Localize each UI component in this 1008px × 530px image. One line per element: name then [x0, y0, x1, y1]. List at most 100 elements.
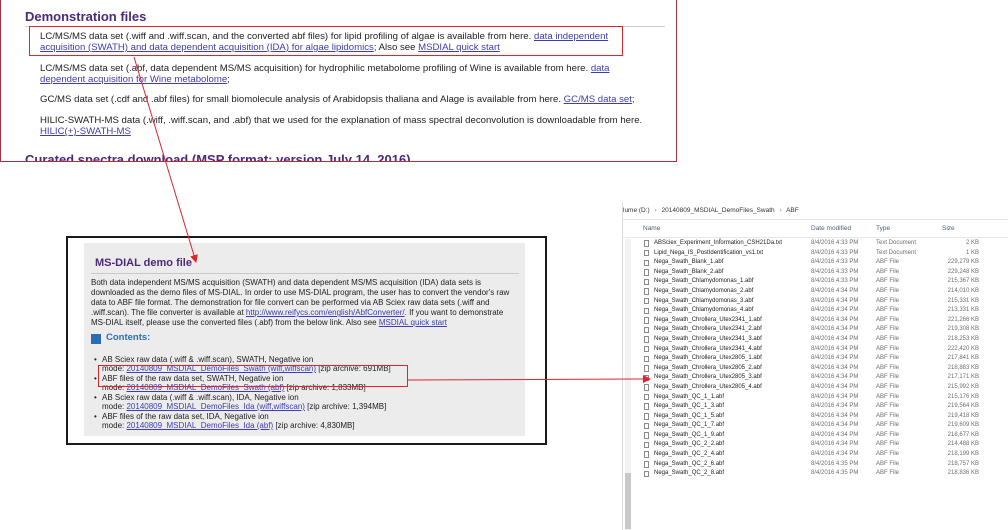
file-type: ABF File — [876, 326, 900, 333]
breadcrumb-volume[interactable]: lume (D:) — [623, 207, 650, 214]
highlight-box-swath-abf — [98, 365, 408, 387]
ida-wiff-download-link[interactable]: 20140809_MSDIAL_DemoFiles_Ida (wiff,wiff… — [126, 402, 304, 411]
demonstration-files-panel: Demonstration files LC/MS/MS data set (.… — [0, 0, 677, 162]
file-list: ABSciex_Experiment_Information_CSH21Da.t… — [623, 239, 1008, 479]
file-date: 8/4/2016 4:34 PM — [811, 355, 859, 362]
file-icon — [644, 403, 649, 410]
archive-size: [zip archive: 1,394MB] — [304, 402, 387, 411]
file-type: ABF File — [876, 374, 900, 381]
file-name: Lipid_Nega_IS_PostIdentification_vs1.txt — [654, 249, 764, 256]
file-date: 8/4/2016 4:34 PM — [811, 451, 859, 458]
file-size: 215,176 KB — [947, 393, 979, 400]
file-row[interactable]: Nega_Swath_Chrollera_Utex2341_4.abf 8/4/2… — [623, 345, 1008, 355]
file-row[interactable]: Nega_Swath_Chrollera_Utex2805_1.abf 8/4/2… — [623, 354, 1008, 364]
file-name: Nega_Swath_Chrollera_Utex2805_3.abf — [654, 374, 762, 381]
column-name-header[interactable]: Name — [643, 221, 809, 237]
hilic-swath-ms-link[interactable]: HILIC(+)-SWATH-MS — [40, 126, 131, 137]
breadcrumb-separator-icon: › — [654, 207, 657, 214]
file-type: ABF File — [876, 403, 900, 410]
file-name: Nega_Swath_Chrollera_Utex2805_4.abf — [654, 383, 762, 390]
file-row[interactable]: Nega_Swath_Chrollera_Utex2341_1.abf 8/4/2… — [623, 316, 1008, 326]
file-icon — [644, 461, 649, 468]
file-row[interactable]: Nega_Swath_QC_2_2.abf 8/4/2016 4:34 PM ABF… — [623, 440, 1008, 450]
file-row[interactable]: Nega_Swath_QC_1_7.abf 8/4/2016 4:34 PM ABF… — [623, 421, 1008, 431]
file-row[interactable]: Nega_Swath_Chlamydomonas_3.abf 8/4/2016 4… — [623, 297, 1008, 307]
file-date: 8/4/2016 4:33 PM — [811, 240, 859, 246]
gcms-paragraph: GC/MS data set (.cdf and .abf files) for… — [40, 94, 652, 105]
file-size: 215,367 KB — [947, 278, 979, 285]
page-title: Demonstration files — [25, 9, 147, 24]
file-name: Nega_Swath_QC_1_3.abf — [654, 403, 725, 410]
file-type: ABF File — [876, 422, 900, 429]
file-row[interactable]: Nega_Swath_Chlamydomonas_1.abf 8/4/2016 4… — [623, 277, 1008, 287]
file-row[interactable]: Nega_Swath_Chrollera_Utex2341_3.abf 8/4/2… — [623, 335, 1008, 345]
bullet-icon: • — [94, 355, 97, 364]
scrollbar-thumb[interactable] — [625, 473, 631, 529]
column-type-header[interactable]: Type — [876, 221, 936, 237]
file-date: 8/4/2016 4:34 PM — [811, 307, 859, 314]
abf-converter-link[interactable]: http://www.reifycs.com/english/AbfConver… — [246, 308, 405, 317]
file-name: Nega_Swath_Chrollera_Utex2805_1.abf — [654, 355, 762, 362]
file-type: ABF File — [876, 355, 900, 362]
file-name: Nega_Swath_QC_2_2.abf — [654, 441, 725, 448]
file-name: Nega_Swath_Chlamydomonas_2.abf — [654, 287, 754, 294]
gcms-description: GC/MS data set (.cdf and .abf files) for… — [40, 94, 564, 105]
msdial-demo-panel: MS-DIAL demo file Both data independent … — [66, 236, 547, 445]
demo-title-divider — [91, 273, 519, 274]
highlight-box-algae — [29, 26, 623, 56]
file-row[interactable]: Nega_Swath_QC_2_8.abf 8/4/2016 4:35 PM ABF… — [623, 469, 1008, 479]
file-row[interactable]: Nega_Swath_Chrollera_Utex2805_2.abf 8/4/2… — [623, 364, 1008, 374]
file-size: 229,248 KB — [947, 268, 979, 275]
file-name: Nega_Swath_Chrollera_Utex2341_1.abf — [654, 316, 762, 323]
file-row[interactable]: Lipid_Nega_IS_PostIdentification_vs1.txt… — [623, 249, 1008, 259]
file-row[interactable]: Nega_Swath_Chrollera_Utex2805_4.abf 8/4/2… — [623, 383, 1008, 393]
demo-content-area: MS-DIAL demo file Both data independent … — [84, 243, 525, 436]
file-row[interactable]: Nega_Swath_QC_1_1.abf 8/4/2016 4:34 PM ABF… — [623, 393, 1008, 403]
file-icon — [644, 451, 649, 458]
file-size: 218,199 KB — [947, 451, 979, 458]
column-size-header[interactable]: Size — [942, 221, 972, 237]
file-row[interactable]: Nega_Swath_QC_1_5.abf 8/4/2016 4:34 PM ABF… — [623, 412, 1008, 422]
file-row[interactable]: Nega_Swath_QC_1_3.abf 8/4/2016 4:34 PM ABF… — [623, 402, 1008, 412]
file-date: 8/4/2016 4:34 PM — [811, 403, 859, 410]
item-description: AB Sciex raw data (.wiff & .wiff.scan), … — [102, 355, 314, 364]
file-row[interactable]: Nega_Swath_Chrollera_Utex2805_3.abf 8/4/2… — [623, 373, 1008, 383]
file-size: 214,010 KB — [947, 287, 979, 294]
file-row[interactable]: Nega_Swath_Chlamydomonas_2.abf 8/4/2016 4… — [623, 287, 1008, 297]
breadcrumb-separator-icon: › — [779, 207, 782, 214]
file-type: ABF File — [876, 451, 900, 458]
breadcrumb-folder[interactable]: 20140809_MSDIAL_DemoFiles_Swath — [662, 207, 775, 214]
file-row[interactable]: Nega_Swath_QC_2_4.abf 8/4/2016 4:34 PM ABF… — [623, 450, 1008, 460]
file-size: 229,279 KB — [947, 259, 979, 266]
file-size: 218,253 KB — [947, 335, 979, 342]
file-row[interactable]: Nega_Swath_Blank_1.abf 8/4/2016 4:33 PM AB… — [623, 258, 1008, 268]
file-icon — [644, 393, 649, 401]
file-type: ABF File — [876, 470, 900, 477]
file-row[interactable]: Nega_Swath_Chlamydomonas_4.abf 8/4/2016 4… — [623, 306, 1008, 316]
file-row[interactable]: Nega_Swath_QC_1_9.abf 8/4/2016 4:34 PM ABF… — [623, 431, 1008, 441]
file-name: Nega_Swath_Chlamydomonas_1.abf — [654, 278, 754, 285]
breadcrumb-current[interactable]: ABF — [786, 207, 799, 214]
file-icon — [644, 278, 649, 286]
file-row[interactable]: Nega_Swath_Chrollera_Utex2341_2.abf 8/4/2… — [623, 325, 1008, 335]
file-date: 8/4/2016 4:34 PM — [811, 287, 859, 294]
demo-quick-start-link[interactable]: MSDIAL quick start — [379, 318, 447, 327]
column-date-header[interactable]: Date modified — [811, 221, 873, 237]
ida-abf-download-link[interactable]: 20140809_MSDIAL_DemoFiles_Ida (abf) — [126, 421, 273, 430]
file-type: ABF File — [876, 364, 900, 371]
wine-metabolome-paragraph: LC/MS/MS data set (.abf, data dependent … — [40, 63, 652, 85]
gcms-data-set-link[interactable]: GC/MS data set — [564, 94, 632, 105]
file-name: ABSciex_Experiment_Information_CSH21Da.t… — [654, 240, 783, 246]
file-name: Nega_Swath_Chrollera_Utex2341_3.abf — [654, 335, 762, 342]
file-row[interactable]: Nega_Swath_QC_2_6.abf 8/4/2016 4:35 PM ABF… — [623, 460, 1008, 470]
file-date: 8/4/2016 4:34 PM — [811, 297, 859, 304]
file-size: 1 KB — [965, 249, 979, 256]
file-row[interactable]: ABSciex_Experiment_Information_CSH21Da.t… — [623, 239, 1008, 249]
file-type: ABF File — [876, 383, 900, 390]
file-row[interactable]: Nega_Swath_Blank_2.abf 8/4/2016 4:33 PM AB… — [623, 268, 1008, 278]
file-icon — [644, 240, 649, 247]
file-icon — [644, 441, 649, 449]
file-type: ABF File — [876, 278, 900, 285]
mode-label: mode: — [102, 421, 127, 430]
file-icon — [644, 317, 649, 324]
